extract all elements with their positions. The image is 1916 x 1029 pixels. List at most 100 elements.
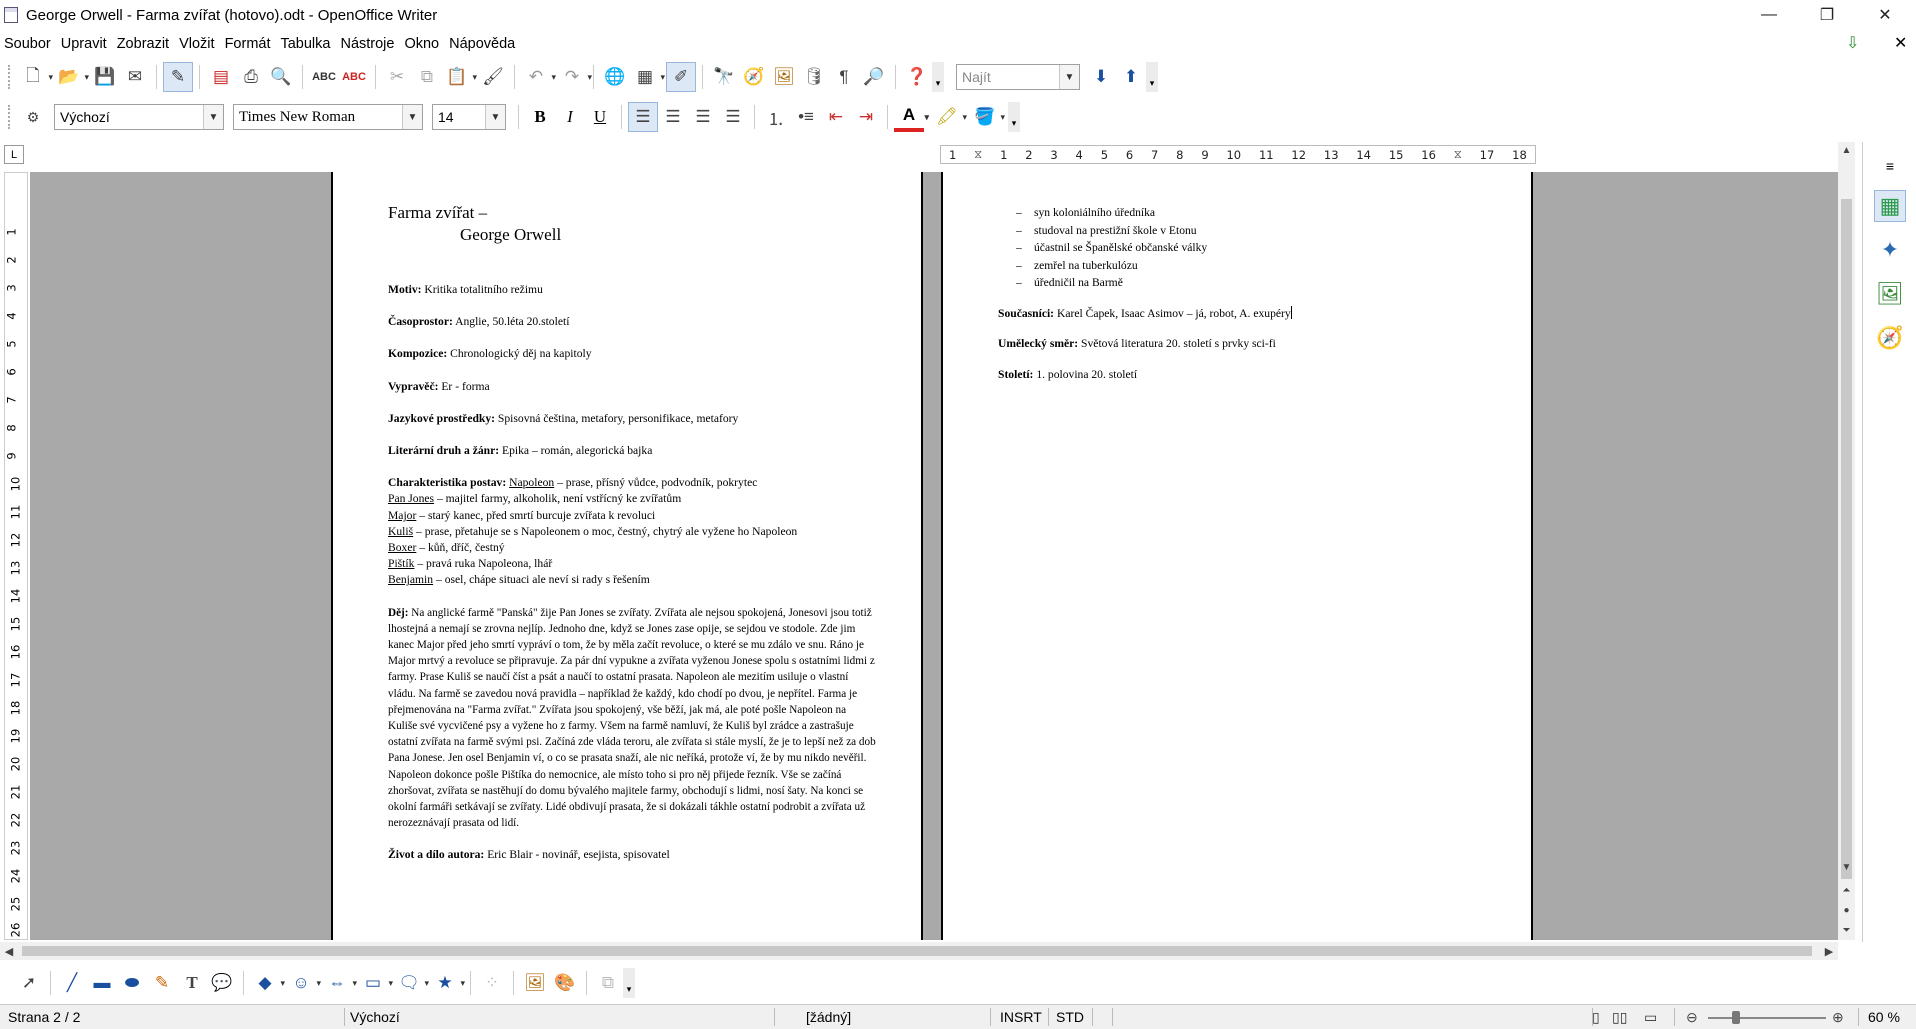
extrusion-icon[interactable]: ⧉ [593,968,623,998]
find-next-icon[interactable]: ⬇ [1086,62,1116,92]
send-email-icon[interactable]: ✉ [120,62,150,92]
paragraph-umelecky-smer[interactable]: Umělecký směr: Světová literatura 20. st… [998,335,1488,353]
align-center-icon[interactable]: ☰ [658,102,688,132]
restore-button[interactable]: ❐ [1798,0,1856,30]
list-item[interactable]: zemřel na tuberkulózu [1016,257,1488,275]
scrollbar-thumb[interactable] [1841,199,1852,879]
cut-icon[interactable]: ✂ [382,62,412,92]
help-icon[interactable]: ❓ [902,62,932,92]
font-size-select[interactable]: 14 ▼ [432,104,506,130]
author-facts-list[interactable]: syn koloniálního úředníka studoval na pr… [998,204,1488,292]
paragraph-stoleti[interactable]: Století: 1. polovina 20. století [998,366,1488,384]
background-color-icon[interactable]: 🪣 [970,102,1005,132]
callouts-icon[interactable]: 🗨 [394,968,429,998]
paragraph-postavy[interactable]: Charakteristika postav: Napoleon – prase… [388,475,878,588]
chevron-down-icon[interactable]: ▼ [402,105,422,129]
line-icon[interactable]: ╱ [57,968,87,998]
close-document-button[interactable]: ✕ [1894,33,1907,53]
indent-marker-icon[interactable]: ⧖ [1454,147,1462,162]
spellcheck-icon[interactable]: ABC [309,62,339,92]
horizontal-ruler[interactable]: 1 ⧖ 1 2 3 4 5 6 7 8 9 10 11 12 13 14 15 … [940,145,1536,164]
navigator-sidebar-icon[interactable]: 🧭 [1874,322,1906,354]
paragraph-style-select[interactable]: Výchozí ▼ [54,104,224,130]
list-item[interactable]: úředničil na Barmě [1016,274,1488,292]
menu-okno[interactable]: Okno [400,36,445,52]
find-input[interactable]: Najít ▼ [956,64,1080,90]
scroll-left-icon[interactable]: ◀ [0,942,18,960]
basic-shapes-icon[interactable]: ◆ [250,968,285,998]
menu-nastroje[interactable]: Nástroje [336,36,400,52]
underline-button[interactable]: U [585,102,615,132]
freeform-icon[interactable]: ✎ [147,968,177,998]
symbol-shapes-icon[interactable]: ☺ [286,968,321,998]
paragraph-jazykove-prostredky[interactable]: Jazykové prostředky: Spisovná čeština, m… [388,411,878,427]
paragraph-druh-zanr[interactable]: Literární druh a žánr: Epika – román, al… [388,443,878,459]
zoom-slider[interactable] [1708,1017,1826,1019]
vertical-scrollbar[interactable]: ▲ ▼ ⏶ ● ⏷ [1838,142,1855,940]
navigator-icon[interactable]: 🧭 [739,62,769,92]
insert-mode-indicator[interactable]: INSRT [1000,1009,1042,1025]
page-style-indicator[interactable]: Výchozí [350,1009,400,1025]
menu-zobrazit[interactable]: Zobrazit [113,36,175,52]
toolbar-handle[interactable] [8,105,12,129]
hyperlink-icon[interactable]: 🌐 [600,62,630,92]
export-pdf-icon[interactable]: ▤ [206,62,236,92]
rectangle-icon[interactable]: ▬ [87,968,117,998]
page-2[interactable]: syn koloniálního úředníka studoval na pr… [941,172,1533,940]
points-icon[interactable]: ⁘ [477,968,507,998]
title-line-2[interactable]: George Orwell [388,224,878,246]
paragraph-motiv[interactable]: Motiv: Kritika totalitního režimu [388,282,878,298]
numbering-icon[interactable]: ⒈ [761,102,791,132]
paragraph-dej[interactable]: Děj: Na anglické farmě "Panská" žije Pan… [388,605,878,832]
multi-page-view-icon[interactable]: ▯▯ [1612,1009,1627,1026]
print-icon[interactable]: ⎙ [236,62,266,92]
copy-icon[interactable]: ⧉ [412,62,442,92]
book-view-icon[interactable]: ▭ [1644,1009,1657,1026]
highlighting-icon[interactable]: 🖍 [932,102,967,132]
single-page-view-icon[interactable]: ▯ [1592,1009,1600,1026]
paste-icon[interactable]: 📋 [442,62,477,92]
undo-icon[interactable]: ↶ [521,62,556,92]
selection-mode-indicator[interactable]: STD [1056,1009,1084,1025]
clone-formatting-icon[interactable]: 🖌 [478,62,508,92]
language-indicator[interactable]: [žádný] [806,1009,851,1025]
find-previous-icon[interactable]: ⬆ [1116,62,1146,92]
data-sources-icon[interactable]: 🛢 [799,62,829,92]
ellipse-icon[interactable]: ⬬ [117,968,147,998]
vertical-ruler[interactable]: 1 2 3 4 5 6 7 8 9 10 11 12 13 14 15 16 1… [4,172,28,940]
new-document-icon[interactable]: 🗋 [18,62,53,92]
zoom-out-icon[interactable]: ⊖ [1686,1009,1698,1026]
font-color-icon[interactable]: A [894,102,929,132]
page-preview-icon[interactable]: 🔍 [266,62,296,92]
list-item[interactable]: účastnil se Španělské občanské války [1016,239,1488,257]
menu-napoveda[interactable]: Nápověda [445,36,521,52]
bullets-icon[interactable]: •≡ [791,102,821,132]
scrollbar-thumb[interactable] [22,946,1812,956]
list-item[interactable]: studoval na prestižní škole v Etonu [1016,222,1488,240]
update-icon[interactable]: ⇩ [1846,33,1859,53]
paragraph-zivot-autora[interactable]: Život a dílo autora: Eric Blair - noviná… [388,847,878,863]
scroll-down-icon[interactable]: ▼ [1838,859,1855,876]
scroll-up-icon[interactable]: ▲ [1838,142,1855,159]
increase-indent-icon[interactable]: ⇥ [851,102,881,132]
italic-button[interactable]: I [555,102,585,132]
sidebar-menu-icon[interactable]: ≡ [1874,150,1906,182]
indent-marker-icon[interactable]: ⧖ [974,147,982,162]
formatting-marks-icon[interactable]: ¶ [829,62,859,92]
menu-upravit[interactable]: Upravit [57,36,113,52]
menu-vlozit[interactable]: Vložit [175,36,220,52]
gallery-sidebar-icon[interactable]: 🖼 [1874,278,1906,310]
justify-icon[interactable]: ☰ [718,102,748,132]
previous-page-icon[interactable]: ⏶ [1838,882,1855,899]
toolbar-overflow-icon[interactable]: ▾ [932,62,944,92]
toolbar-overflow-icon[interactable]: ▾ [623,968,635,998]
tab-type-selector[interactable]: L [4,145,24,164]
document-title[interactable]: Farma zvířat – George Orwell [388,202,878,246]
toolbar-handle[interactable] [8,65,12,89]
text-icon[interactable]: T [177,968,207,998]
zoom-level[interactable]: 60 % [1868,1009,1900,1025]
autospellcheck-icon[interactable]: ABC [339,62,369,92]
menu-format[interactable]: Formát [221,36,277,52]
page-2-content[interactable]: syn koloniálního úředníka studoval na pr… [998,204,1488,383]
find-replace-icon[interactable]: 🔭 [709,62,739,92]
